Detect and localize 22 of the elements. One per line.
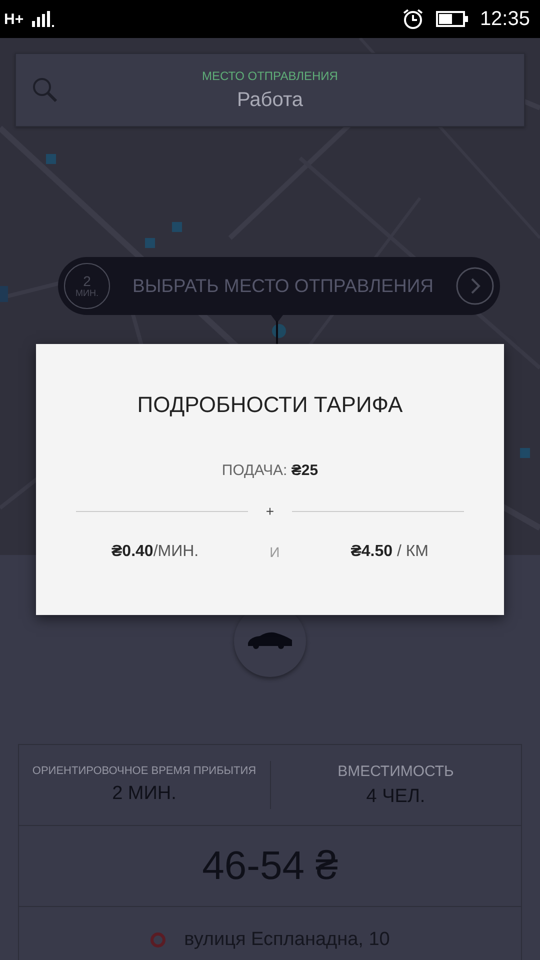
conjunction-text: И — [270, 544, 280, 560]
dialog-title: ПОДРОБНОСТИ ТАРИФА — [137, 392, 403, 418]
plus-sign: + — [266, 503, 274, 519]
network-type: H+ — [4, 10, 24, 28]
stat-label: ОРИЕНТИРОВОЧНОЕ ВРЕМЯ ПРИБЫТИЯ — [32, 765, 256, 777]
signal-icon — [32, 11, 54, 27]
alarm-icon — [402, 8, 424, 30]
stat-label: ВМЕСТИМОСТЬ — [338, 762, 454, 780]
battery-icon — [436, 11, 468, 27]
search-icon — [32, 77, 58, 103]
pickup-field[interactable]: МЕСТО ОТПРАВЛЕНИЯ Работа — [15, 53, 525, 127]
field-label: МЕСТО ОТПРАВЛЕНИЯ — [202, 68, 338, 82]
choose-pickup-button[interactable]: 2 МИН. ВЫБРАТЬ МЕСТО ОТПРАВЛЕНИЯ — [58, 257, 500, 315]
per-km-rate: ₴4.50 / КМ — [350, 543, 428, 561]
per-minute-rate: ₴0.40/МИН. — [112, 543, 199, 561]
eta-badge: 2 МИН. — [64, 263, 110, 309]
field-value: Работа — [237, 88, 303, 112]
base-fare: ПОДАЧА: ₴25 — [222, 462, 318, 479]
chevron-right-icon — [456, 267, 494, 305]
clock-time: 12:35 — [480, 8, 530, 30]
destination-ring-icon — [150, 932, 166, 948]
car-icon — [246, 631, 294, 651]
